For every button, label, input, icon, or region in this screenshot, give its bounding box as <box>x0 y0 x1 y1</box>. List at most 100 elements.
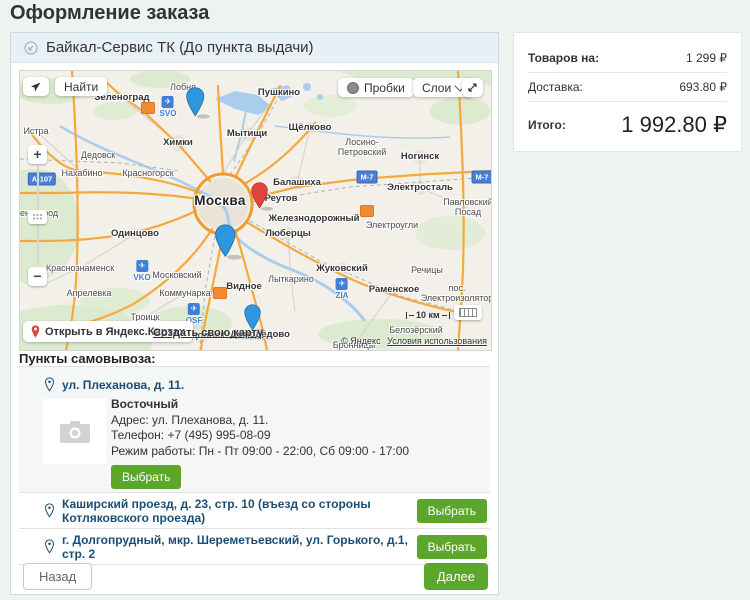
fullscreen-icon <box>467 82 478 93</box>
airport-code: VKO <box>133 273 150 282</box>
ruler-icon <box>459 308 477 317</box>
pickup-point-details: Восточный Адрес: ул. Плеханова, д. 11. Т… <box>111 397 409 489</box>
summary-total: Итого: 1 992.80 ₽ <box>528 102 727 138</box>
map-pin-blue[interactable] <box>214 224 244 265</box>
map-label: Железнодорожный <box>269 214 360 224</box>
panel-footer: Назад Далее <box>11 563 498 591</box>
pickup-point-phone: Телефон: +7 (495) 995-08-09 <box>111 428 409 444</box>
select-point-button[interactable]: Выбрать <box>417 535 487 559</box>
map-label: Павловский Посад <box>443 197 492 217</box>
delivery-panel: Байкал-Сервис ТК (До пункта выдачи) <box>10 32 499 595</box>
order-summary: Товаров на: 1 299 ₽ Доставка: 693.80 ₽ И… <box>513 32 742 152</box>
items-total-label: Товаров на: <box>528 51 599 65</box>
airport-marker: ✈VKO <box>133 260 150 282</box>
summary-row-items: Товаров на: 1 299 ₽ <box>528 44 727 73</box>
ruler-button[interactable] <box>454 305 482 320</box>
next-button[interactable]: Далее <box>424 563 488 590</box>
yandex-copyright: © Яндекс <box>341 336 380 346</box>
red-pin-icon <box>31 325 40 338</box>
map-canvas[interactable]: ЗеленоградЛобняПушкиноИстраХимкиМытищиЩё… <box>19 70 492 351</box>
pickup-point-link[interactable]: ул. Плеханова, д. 11. <box>62 378 184 392</box>
traffic-button[interactable]: Пробки <box>338 78 414 97</box>
map-label: Щёлково <box>289 123 332 133</box>
zoom-in-button[interactable]: + <box>28 145 47 164</box>
map-label: Жуковский <box>316 264 368 274</box>
map-label: Истра <box>23 126 48 136</box>
grand-total-value: 1 992.80 ₽ <box>621 112 727 138</box>
map-label: Лосино- Петровский <box>338 137 386 157</box>
pickup-points-heading: Пункты самовывоза: <box>19 351 156 366</box>
terms-of-use-link[interactable]: Условия использования <box>387 336 487 346</box>
map-label: Люберцы <box>265 229 311 239</box>
road-badge: М-7 <box>472 171 492 184</box>
map-pin-blue[interactable] <box>185 87 212 124</box>
pickup-point-hours: Режим работы: Пн - Пт 09:00 - 22:00, Сб … <box>111 444 409 460</box>
map-label: Апрелевка <box>67 288 112 298</box>
pin-outline-icon <box>44 377 55 392</box>
map-search-label: Найти <box>64 80 98 94</box>
panel-title: Байкал-Сервис ТК (До пункта выдачи) <box>46 39 314 56</box>
pickup-point-address: Адрес: ул. Плеханова, д. 11. <box>111 413 409 429</box>
pickup-point-row: г. Долгопрудный, мкр. Шереметьевский, ул… <box>19 529 490 565</box>
select-point-button[interactable]: Выбрать <box>417 499 487 523</box>
fullscreen-button[interactable] <box>462 78 483 97</box>
map-copyright: © Яндекс Условия использования <box>341 336 487 346</box>
map-scale-label: 10 км <box>416 310 440 320</box>
collapse-icon[interactable] <box>24 41 38 55</box>
airplane-icon: ✈ <box>162 96 174 108</box>
map-search-button[interactable]: Найти <box>55 77 107 96</box>
map-label: Краснознаменск <box>46 263 114 273</box>
airport-marker: ✈SVO <box>160 96 177 118</box>
items-total-value: 1 299 ₽ <box>686 51 727 65</box>
summary-row-delivery: Доставка: 693.80 ₽ <box>528 73 727 102</box>
map-label: Видное <box>226 282 262 292</box>
create-own-map-link[interactable]: Создать свою карту <box>153 327 263 339</box>
map-label: Электроугли <box>366 220 418 230</box>
layers-label: Слои <box>422 81 451 95</box>
pickup-point-row: ул. Плеханова, д. 11. Восточный Адрес: у… <box>19 367 490 493</box>
map-label: Химки <box>163 138 193 148</box>
pickup-point-name: Восточный <box>111 397 409 413</box>
grand-total-label: Итого: <box>528 118 566 132</box>
geolocation-button[interactable] <box>23 77 49 96</box>
map-label: Красногорск <box>122 168 173 178</box>
road-badge: М-7 <box>357 171 378 184</box>
map-label: Балашиха <box>273 178 321 188</box>
map-label: Белозёрский <box>389 325 443 335</box>
map-label: Раменское <box>369 285 420 295</box>
map-label: Лыткарино <box>268 274 314 284</box>
traffic-light-icon <box>347 82 359 94</box>
map-scale: 10 км <box>406 310 450 320</box>
zoom-slider-handle[interactable] <box>28 210 47 224</box>
map-label: пос. Электроизолятор <box>421 283 492 303</box>
pin-outline-icon <box>44 503 55 518</box>
road-badge: А-107 <box>28 173 56 186</box>
zoom-out-button[interactable]: − <box>28 267 47 286</box>
map-label: Нахабино <box>61 168 102 178</box>
map-label: Москва <box>194 196 246 206</box>
road-badge <box>360 205 374 217</box>
map-overlay: ЗеленоградЛобняПушкиноИстраХимкиМытищиЩё… <box>20 71 491 350</box>
airplane-icon: ✈ <box>136 260 148 272</box>
map-label: Речицы <box>411 265 443 275</box>
map-pin-red[interactable] <box>250 182 275 216</box>
airplane-icon: ✈ <box>188 303 200 315</box>
back-button[interactable]: Назад <box>23 563 92 590</box>
map-label: Коммунарка <box>159 288 210 298</box>
select-point-button[interactable]: Выбрать <box>111 465 181 489</box>
camera-icon <box>60 421 90 443</box>
pickup-point-photo-placeholder <box>43 399 106 464</box>
road-badge <box>213 287 227 299</box>
map-label: Пушкино <box>258 88 300 98</box>
delivery-cost-label: Доставка: <box>528 80 583 94</box>
panel-header[interactable]: Байкал-Сервис ТК (До пункта выдачи) <box>11 33 498 63</box>
navigation-arrow-icon <box>30 81 42 93</box>
delivery-cost-value: 693.80 ₽ <box>679 80 727 94</box>
airplane-icon: ✈ <box>336 278 348 290</box>
map-label: Дедовск <box>81 150 115 160</box>
airport-code: ZIA <box>336 291 349 300</box>
map-label: Одинцово <box>111 229 159 239</box>
pickup-point-row: Каширский проезд, д. 23, стр. 10 (въезд … <box>19 493 490 529</box>
traffic-label: Пробки <box>364 81 405 95</box>
page-title: Оформление заказа <box>10 2 209 25</box>
